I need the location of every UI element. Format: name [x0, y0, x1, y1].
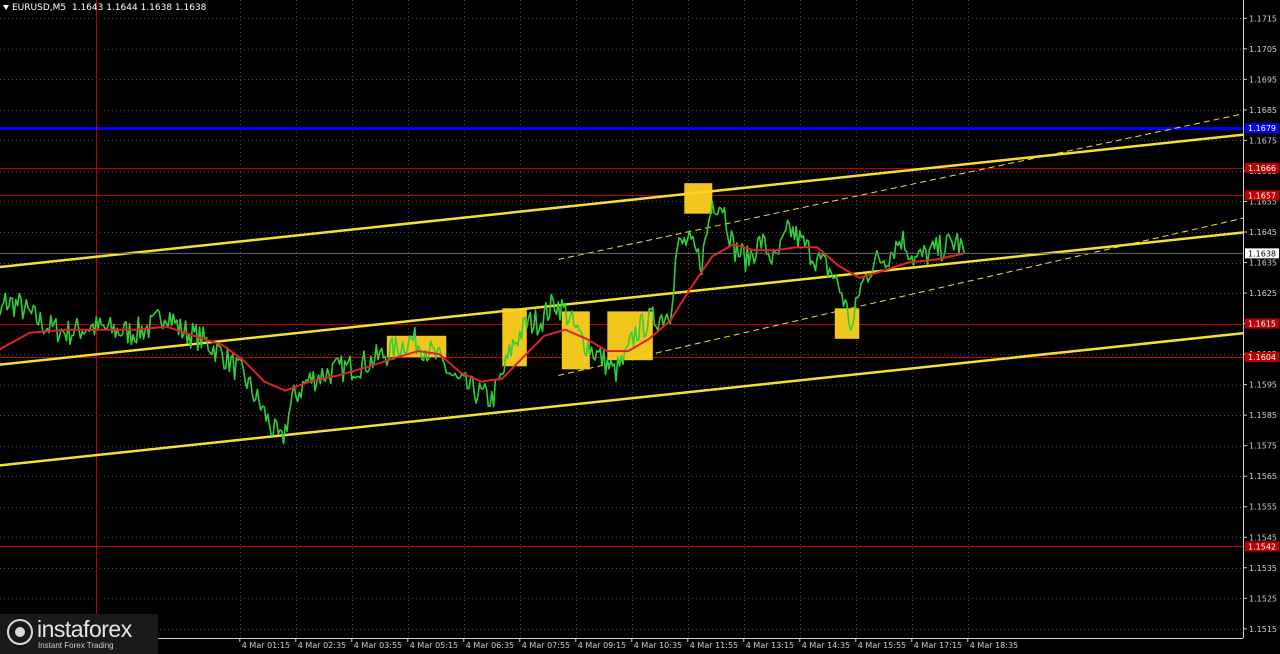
price-tick-label: 1.1595 [1249, 381, 1277, 390]
time-tick-label: 4 Mar 18:35 [970, 641, 1018, 650]
price-tick-label: 1.1645 [1249, 228, 1277, 237]
ohlc-values: 1.1643 1.1644 1.1638 1.1638 [71, 3, 207, 13]
price-tick-label: 1.1705 [1249, 45, 1277, 54]
price-tick-label: 1.1535 [1249, 564, 1277, 573]
current-price-label: 1.1638 [1248, 249, 1276, 258]
price-tick-label: 1.1675 [1249, 136, 1277, 145]
time-tick-label: 4 Mar 02:35 [298, 641, 346, 650]
logo-name: instaforex [37, 616, 132, 642]
price-tick-label: 1.1525 [1249, 594, 1277, 603]
price-tick-label: 1.1635 [1249, 259, 1277, 268]
trend-channel-line [0, 130, 1276, 269]
signal-box [684, 183, 713, 214]
time-tick-label: 4 Mar 07:55 [522, 641, 570, 650]
time-tick-label: 4 Mar 05:15 [410, 641, 458, 650]
price-tick-label: 1.1565 [1249, 472, 1277, 481]
dropdown-triangle-icon[interactable] [3, 5, 9, 10]
instaforex-logo: instaforex Instant Forex Trading [0, 614, 158, 654]
price-tick-label: 1.1515 [1249, 625, 1277, 634]
level-price-tag-label: 1.1615 [1248, 320, 1276, 329]
time-tick-label: 4 Mar 10:35 [634, 641, 682, 650]
price-series-line [0, 200, 966, 445]
chart-header: EURUSD,M5 1.1643 1.1644 1.1638 1.1638 [3, 3, 206, 13]
time-tick-label: 4 Mar 17:15 [914, 641, 962, 650]
price-tick-label: 1.1575 [1249, 442, 1277, 451]
price-chart[interactable]: 1.17151.17051.16951.16851.16751.16651.16… [0, 0, 1280, 654]
moving-average-line [0, 243, 965, 392]
price-tick-label: 1.1695 [1249, 75, 1277, 84]
price-tick-label: 1.1625 [1249, 289, 1277, 298]
level-price-tag-label: 1.1542 [1248, 542, 1276, 551]
price-tick-label: 1.1545 [1249, 533, 1277, 542]
level-price-tag-label: 1.1657 [1248, 191, 1276, 200]
time-tick-label: 4 Mar 06:35 [466, 641, 514, 650]
level-price-tag-label: 1.1679 [1248, 124, 1276, 133]
price-tick-label: 1.1685 [1249, 106, 1277, 115]
price-tick-label: 1.1585 [1249, 411, 1277, 420]
logo-tagline: Instant Forex Trading [38, 641, 114, 650]
time-tick-label: 4 Mar 01:15 [242, 641, 290, 650]
price-tick-label: 1.1555 [1249, 503, 1277, 512]
time-tick-label: 4 Mar 11:55 [690, 641, 738, 650]
symbol-label: EURUSD,M5 [12, 3, 67, 13]
level-price-tag-label: 1.1666 [1248, 164, 1276, 173]
level-price-tag-label: 1.1604 [1248, 353, 1276, 362]
time-tick-label: 4 Mar 13:15 [746, 641, 794, 650]
instaforex-logo-icon [7, 619, 33, 645]
time-tick-label: 4 Mar 15:55 [858, 641, 906, 650]
time-tick-label: 4 Mar 14:35 [802, 641, 850, 650]
time-tick-label: 4 Mar 09:15 [578, 641, 626, 650]
price-tick-label: 1.1715 [1249, 14, 1277, 23]
time-tick-label: 4 Mar 03:55 [354, 641, 402, 650]
